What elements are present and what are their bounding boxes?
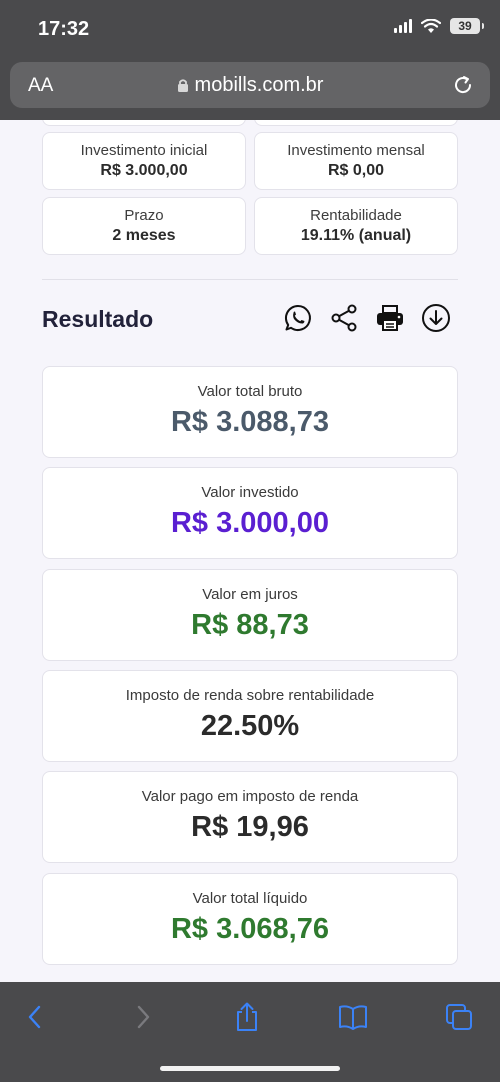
result-card-tax-paid: Valor pago em imposto de renda R$ 19,96: [42, 771, 458, 863]
share-actions: [282, 302, 452, 334]
result-card-net-total: Valor total líquido R$ 3.068,76: [42, 873, 458, 965]
url-display[interactable]: mobills.com.br: [10, 74, 490, 97]
result-label: Imposto de renda sobre rentabilidade: [125, 687, 375, 704]
result-card-invested: Valor investido R$ 3.000,00: [42, 467, 458, 559]
card-value: 19.11% (anual): [300, 227, 412, 244]
print-icon[interactable]: [374, 302, 406, 334]
reload-icon[interactable]: [452, 74, 474, 96]
share-icon[interactable]: [230, 1000, 264, 1034]
input-card-partial: [254, 120, 458, 126]
section-divider: [42, 279, 458, 280]
result-value: R$ 88,73: [191, 609, 309, 641]
url-text: mobills.com.br: [194, 74, 324, 96]
lock-icon: [177, 79, 188, 93]
result-value: R$ 3.068,76: [170, 913, 329, 945]
result-card-interest: Valor em juros R$ 88,73: [42, 569, 458, 661]
home-indicator: [160, 1066, 340, 1071]
card-value: R$ 0,00: [327, 162, 385, 179]
input-card-initial-investment: Investimento inicial R$ 3.000,00: [42, 132, 246, 190]
result-card-tax-rate: Imposto de renda sobre rentabilidade 22.…: [42, 670, 458, 762]
result-label: Valor total líquido: [192, 890, 308, 907]
card-label: Prazo: [124, 207, 164, 224]
card-value: 2 meses: [112, 227, 176, 244]
result-value: 22.50%: [200, 710, 300, 742]
card-value: R$ 3.000,00: [100, 162, 188, 179]
input-card-profitability: Rentabilidade 19.11% (anual): [254, 197, 458, 255]
card-label: Investimento inicial: [80, 142, 208, 159]
result-value: R$ 3.088,73: [170, 406, 329, 438]
cellular-signal-icon: [394, 19, 412, 33]
page-content: Investimento inicial R$ 3.000,00 Investi…: [0, 120, 500, 982]
input-card-monthly-investment: Investimento mensal R$ 0,00: [254, 132, 458, 190]
wifi-icon: [421, 18, 441, 33]
result-value: R$ 19,96: [191, 811, 309, 843]
status-icons: 39: [394, 18, 484, 34]
back-icon[interactable]: [18, 1000, 52, 1034]
address-bar[interactable]: AA mobills.com.br: [10, 62, 490, 108]
result-label: Valor pago em imposto de renda: [141, 788, 359, 805]
result-title: Resultado: [42, 306, 154, 332]
share-icon[interactable]: [328, 302, 360, 334]
result-card-gross-total: Valor total bruto R$ 3.088,73: [42, 366, 458, 458]
input-card-term: Prazo 2 meses: [42, 197, 246, 255]
tabs-icon[interactable]: [442, 1000, 476, 1034]
battery-icon: 39: [450, 18, 484, 34]
input-card-partial: [42, 120, 246, 126]
result-label: Valor investido: [201, 484, 299, 501]
browser-top: 17:32 39 AA mobills.com.br: [0, 0, 500, 120]
card-label: Rentabilidade: [310, 207, 402, 224]
battery-level: 39: [458, 19, 472, 33]
result-label: Valor em juros: [202, 586, 298, 603]
download-icon[interactable]: [420, 302, 452, 334]
forward-icon[interactable]: [126, 1000, 160, 1034]
result-label: Valor total bruto: [197, 383, 303, 400]
whatsapp-icon[interactable]: [282, 302, 314, 334]
status-time: 17:32: [38, 18, 90, 40]
bookmarks-icon[interactable]: [336, 1000, 370, 1034]
result-value: R$ 3.000,00: [170, 507, 329, 539]
card-label: Investimento mensal: [287, 142, 425, 159]
